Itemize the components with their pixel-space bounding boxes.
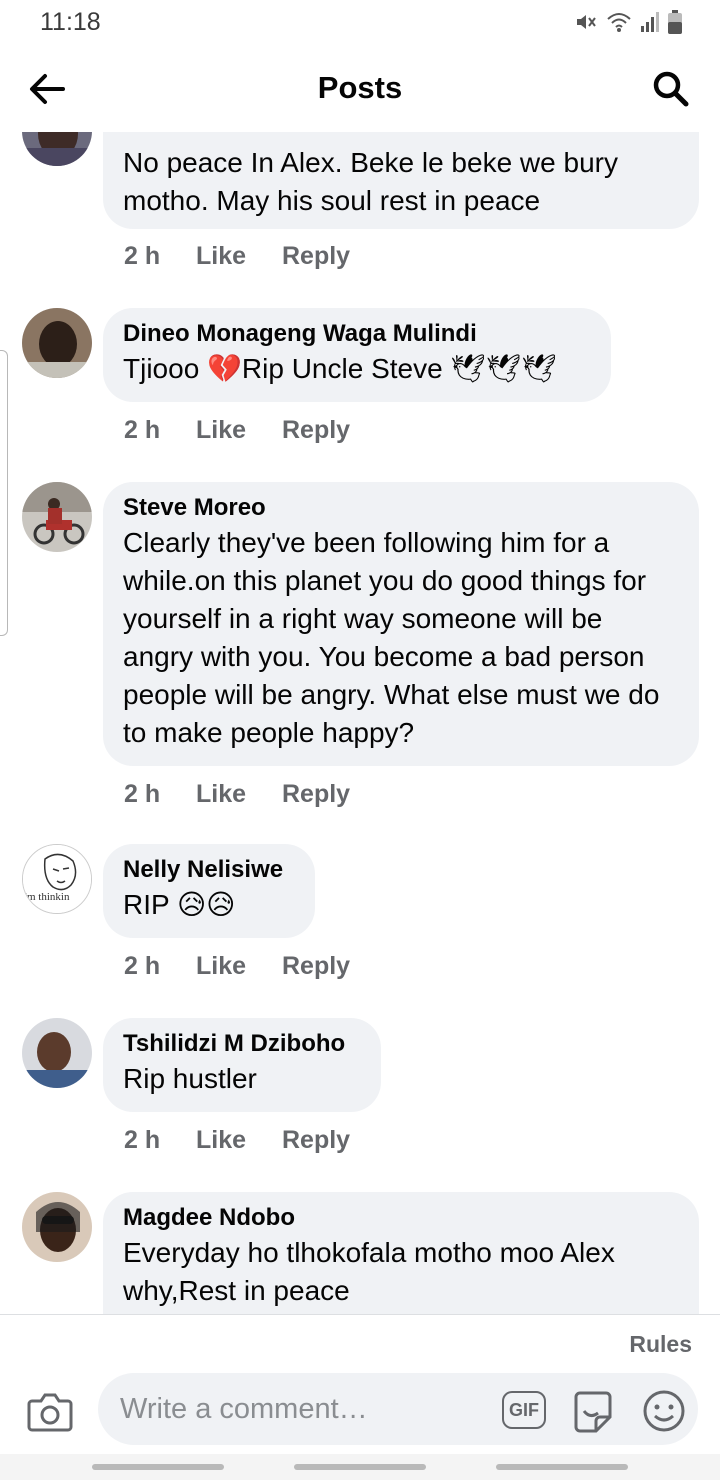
like-button[interactable]: Like xyxy=(196,952,282,981)
avatar[interactable] xyxy=(22,1018,92,1088)
comment-time: 2 h xyxy=(124,1126,161,1154)
reply-button[interactable]: Reply xyxy=(282,780,350,809)
avatar[interactable] xyxy=(22,482,92,552)
comment-actions: 2 h Like Reply xyxy=(124,952,350,981)
comment-actions: 2 h Like Reply xyxy=(124,1126,350,1155)
like-button[interactable]: Like xyxy=(196,1126,282,1155)
nav-home-button[interactable] xyxy=(294,1464,426,1470)
like-button[interactable]: Like xyxy=(196,416,282,445)
comment-time: 2 h xyxy=(124,242,161,270)
comment-bubble[interactable]: Tshilidzi M Dziboho Rip hustler xyxy=(103,1018,381,1112)
emoji-button[interactable] xyxy=(642,1389,686,1433)
avatar[interactable]: 'm thinkin xyxy=(22,844,92,914)
comment-bubble[interactable]: No peace In Alex. Beke le beke we bury m… xyxy=(103,132,699,229)
status-bar: 11:18 xyxy=(0,0,720,46)
mute-icon xyxy=(577,15,596,29)
status-icons xyxy=(574,10,682,34)
comment-bubble[interactable]: Steve Moreo Clearly they've been followi… xyxy=(103,482,699,766)
comment-text: Rip hustler xyxy=(123,1063,257,1094)
reply-button[interactable]: Reply xyxy=(282,952,350,981)
like-button[interactable]: Like xyxy=(196,780,282,809)
comment-text: Tjiooo 💔Rip Uncle Steve 🕊🕊🕊 xyxy=(123,353,558,384)
wifi-icon xyxy=(607,13,631,32)
gif-button[interactable]: GIF xyxy=(502,1391,546,1429)
sticker-button[interactable] xyxy=(570,1389,616,1435)
rules-link[interactable]: Rules xyxy=(629,1331,692,1358)
sticker-icon xyxy=(574,1391,612,1433)
app-header: Posts xyxy=(0,46,720,132)
avatar[interactable] xyxy=(22,308,92,378)
comment-author[interactable]: Tshilidzi M Dziboho xyxy=(123,1028,361,1060)
comment-time: 2 h xyxy=(124,952,161,980)
comment-feed[interactable]: No peace In Alex. Beke le beke we bury m… xyxy=(0,132,720,1314)
avatar[interactable] xyxy=(22,132,92,166)
comment-time: 2 h xyxy=(124,416,161,444)
reply-button[interactable]: Reply xyxy=(282,1126,350,1155)
camera-button[interactable] xyxy=(26,1391,74,1435)
battery-icon xyxy=(668,10,682,34)
nav-back-button[interactable] xyxy=(496,1464,628,1470)
comment-actions: 2 h Like Reply xyxy=(124,242,350,271)
like-button[interactable]: Like xyxy=(196,242,282,271)
comment-actions: 2 h Like Reply xyxy=(124,416,350,445)
comment-author[interactable]: Magdee Ndobo xyxy=(123,1202,679,1234)
search-button[interactable] xyxy=(648,66,694,112)
comment-bubble[interactable]: Magdee Ndobo Everyday ho tlhokofala moth… xyxy=(103,1192,699,1314)
comment-author[interactable]: Steve Moreo xyxy=(123,492,679,524)
signal-icon xyxy=(641,12,659,32)
page-title: Posts xyxy=(317,70,403,105)
search-icon xyxy=(653,71,689,107)
system-nav-bar xyxy=(0,1454,720,1480)
comment-text: No peace In Alex. Beke le beke we bury m… xyxy=(123,147,618,216)
comment-text: RIP 😥😥 xyxy=(123,889,236,920)
reply-button[interactable]: Reply xyxy=(282,416,350,445)
status-time: 11:18 xyxy=(40,8,101,36)
comment-bubble[interactable]: Dineo Monageng Waga Mulindi Tjiooo 💔Rip … xyxy=(103,308,611,402)
comment-author[interactable]: Dineo Monageng Waga Mulindi xyxy=(123,318,591,350)
camera-icon xyxy=(27,1393,73,1432)
comment-author[interactable]: Nelly Nelisiwe xyxy=(123,854,295,886)
avatar[interactable] xyxy=(22,1192,92,1262)
avatar-caption: 'm thinkin xyxy=(25,891,70,903)
comment-bubble[interactable]: Nelly Nelisiwe RIP 😥😥 xyxy=(103,844,315,938)
reply-button[interactable]: Reply xyxy=(282,242,350,271)
comment-text: Clearly they've been following him for a… xyxy=(123,527,660,748)
comment-time: 2 h xyxy=(124,780,161,808)
nav-recents-button[interactable] xyxy=(92,1464,224,1470)
comment-text: Everyday ho tlhokofala motho moo Alex wh… xyxy=(123,1237,615,1306)
emoji-icon xyxy=(643,1390,685,1432)
comment-actions: 2 h Like Reply xyxy=(124,780,350,809)
